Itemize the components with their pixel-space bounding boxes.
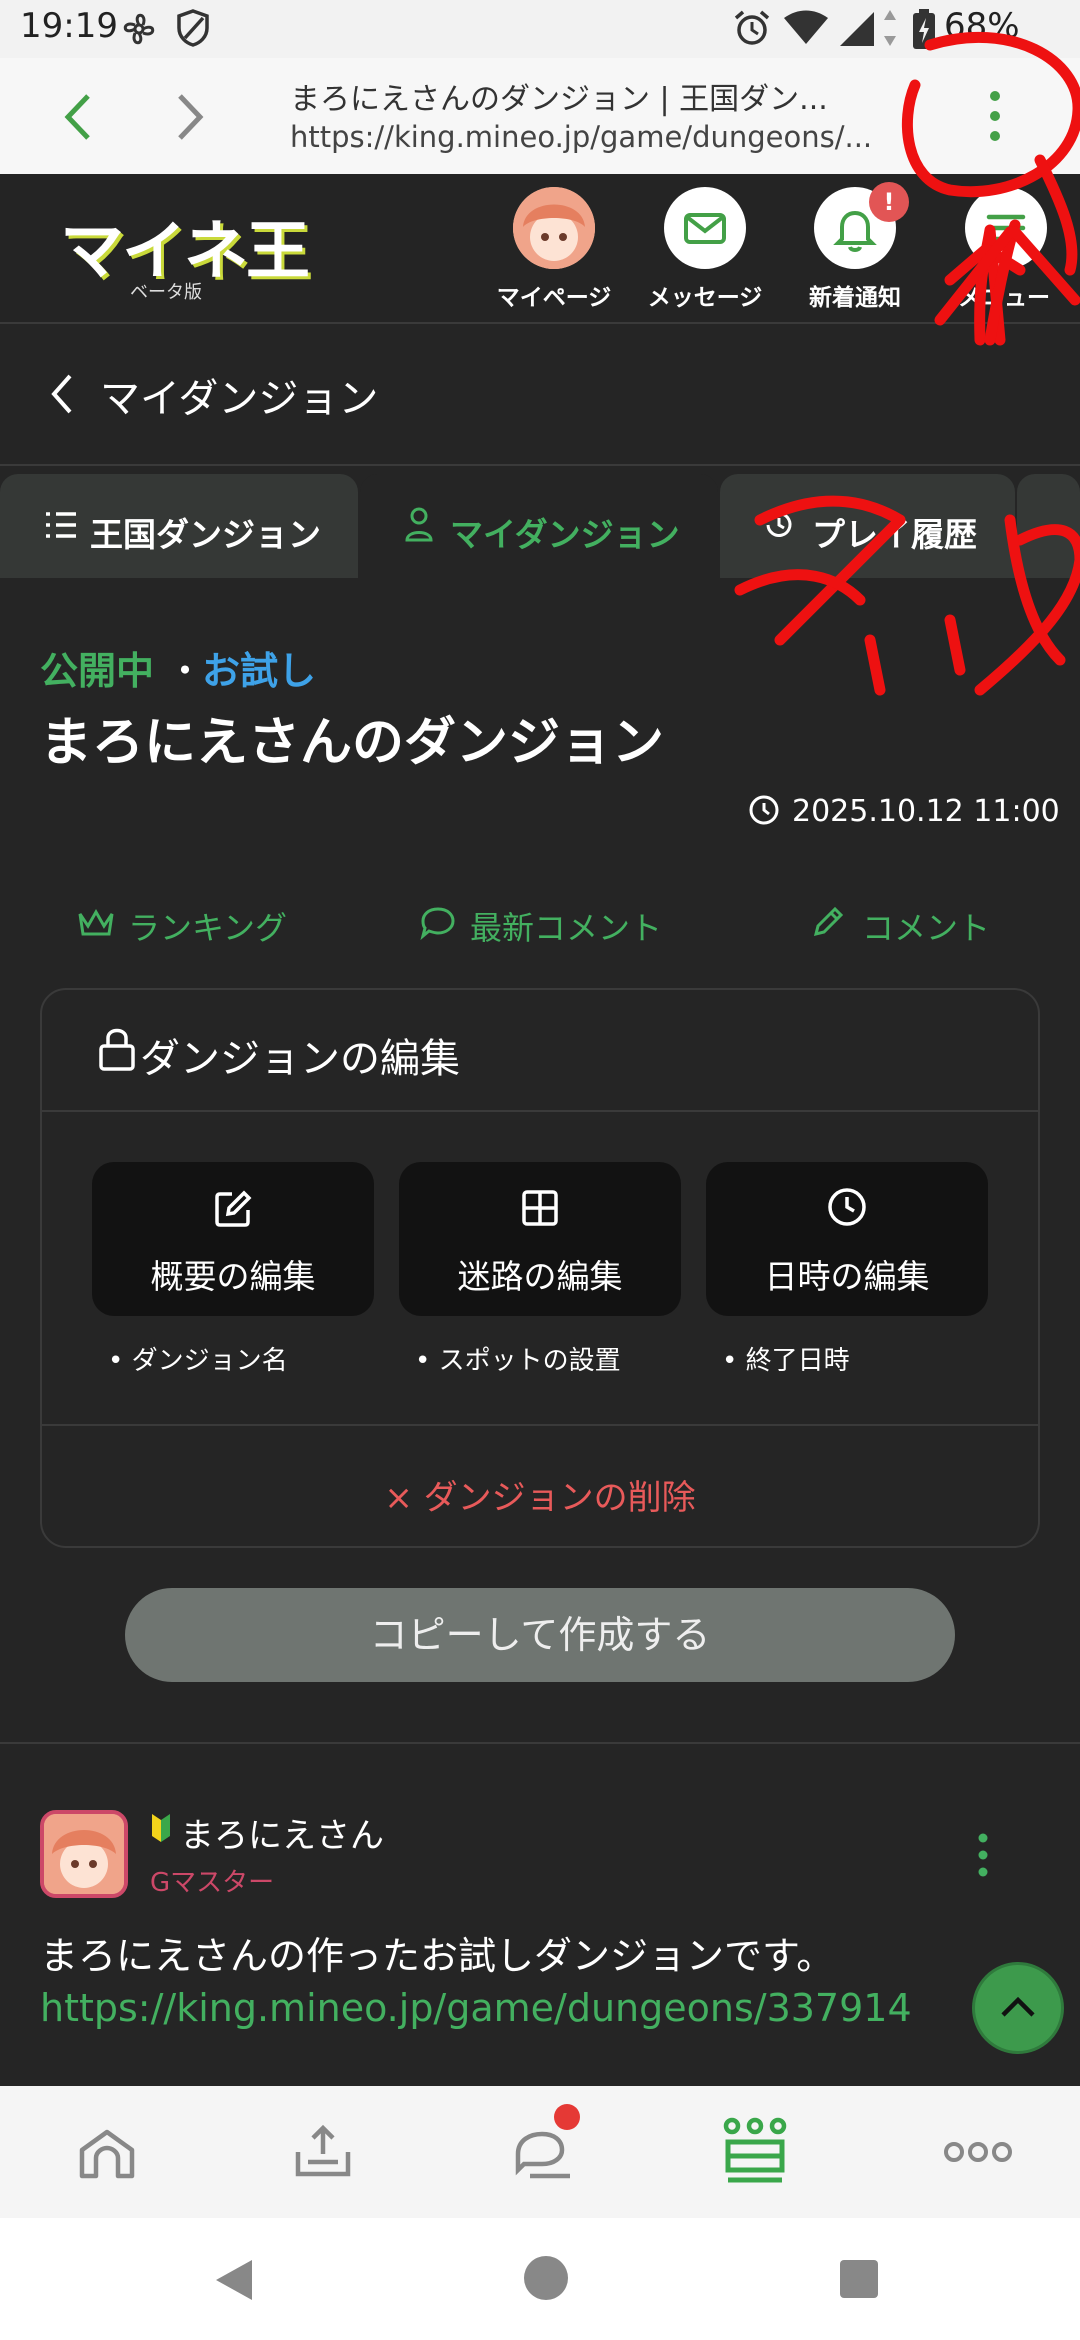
divider: [0, 1742, 1080, 1744]
grid-icon: [522, 1190, 558, 1226]
chevron-up-icon: [1001, 1996, 1035, 2017]
list-item: • ダンジョン名: [108, 1346, 288, 1376]
post-avatar[interactable]: [40, 1810, 128, 1898]
nav-recents-icon[interactable]: [840, 2260, 878, 2298]
upload-tray-icon[interactable]: [292, 2120, 354, 2182]
post-link[interactable]: https://king.mineo.jp/game/dungeons/3379…: [40, 1986, 912, 2030]
delete-dungeon-button[interactable]: × ダンジョンの削除: [0, 1470, 1080, 1519]
post-role: Gマスター: [150, 1868, 275, 1898]
handwritten-annotation: [734, 31, 1080, 696]
post-username[interactable]: まろにえさん: [180, 1808, 384, 1857]
copy-create-button[interactable]: コピーして作成する: [125, 1588, 955, 1682]
scroll-top-button[interactable]: [972, 1962, 1064, 2054]
edit-datetime-button[interactable]: 日時の編集: [706, 1162, 988, 1316]
beginner-mark-icon: [152, 1814, 170, 1842]
edit-maze-note: スポットの設置: [438, 1346, 621, 1376]
post-body: まろにえさんの作ったお試しダンジョンです。: [40, 1934, 835, 1978]
post-more-icon[interactable]: [975, 1830, 991, 1880]
nav-home-icon[interactable]: [524, 2256, 568, 2300]
edit-maze-label: 迷路の編集: [457, 1257, 623, 1296]
speech-bubble-icon[interactable]: [420, 906, 456, 940]
chat-icon[interactable]: [510, 2126, 576, 2184]
clock-icon: [828, 1188, 866, 1226]
edit-overview-note: ダンジョン名: [131, 1346, 288, 1376]
edit-card-title: ダンジョンの編集: [140, 1036, 460, 1082]
edit-icon: [215, 1190, 252, 1227]
more-dots-icon[interactable]: [942, 2140, 1014, 2164]
edit-datetime-note: 終了日時: [745, 1346, 850, 1376]
divider: [42, 1110, 1038, 1112]
dungeon-date: 2025.10.12 11:00: [792, 794, 1060, 829]
list-item: • スポットの設置: [415, 1346, 621, 1376]
home-icon[interactable]: [76, 2126, 138, 2182]
king-crown-icon[interactable]: [720, 2116, 790, 2188]
edit-overview-button[interactable]: 概要の編集: [92, 1162, 374, 1316]
crown-icon[interactable]: [76, 906, 116, 940]
edit-overview-label: 概要の編集: [150, 1257, 316, 1296]
comment-link[interactable]: コメント: [862, 903, 990, 949]
pencil-icon[interactable]: [810, 904, 846, 940]
list-item: • 終了日時: [722, 1346, 850, 1376]
ranking-link[interactable]: ランキング: [128, 903, 287, 949]
lock-icon: [99, 1028, 135, 1071]
clock-icon: [749, 795, 779, 825]
avatar-image: [44, 1814, 124, 1894]
edit-datetime-label: 日時の編集: [764, 1257, 930, 1296]
nav-back-icon[interactable]: [212, 2256, 256, 2304]
latest-comment-link[interactable]: 最新コメント: [470, 903, 662, 949]
divider: [42, 1424, 1038, 1426]
edit-maze-button[interactable]: 迷路の編集: [399, 1162, 681, 1316]
chat-notification-dot: [554, 2104, 580, 2130]
